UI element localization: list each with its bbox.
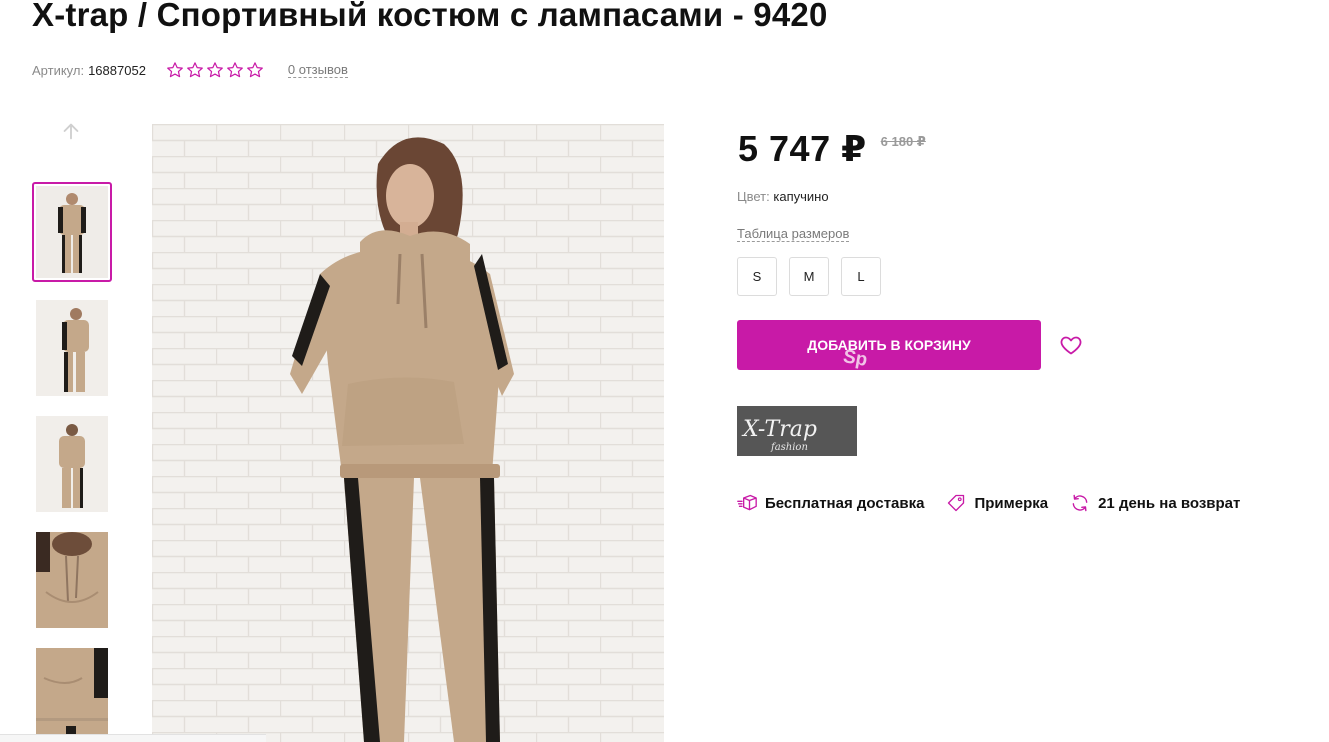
brand-logo[interactable]: X-Trap fashion: [737, 406, 857, 456]
product-image: [152, 124, 664, 742]
feature-return-label: 21 день на возврат: [1098, 494, 1241, 512]
product-title: X-trap / Спортивный костюм с лампасами -…: [32, 0, 828, 33]
reviews-link[interactable]: 0 отзывов: [287, 62, 348, 78]
cart-overlay-text: Sp: [841, 346, 870, 370]
star-icon[interactable]: [206, 61, 224, 79]
thumbnail-5[interactable]: [36, 648, 108, 742]
size-option-m[interactable]: M: [789, 257, 829, 296]
article-value: 16887052: [88, 62, 146, 78]
size-option-s[interactable]: S: [737, 257, 777, 296]
feature-delivery: Бесплатная доставка: [737, 493, 924, 513]
delivery-box-icon: [737, 494, 757, 511]
add-to-cart-label: ДОБАВИТЬ В КОРЗИНУ: [807, 337, 971, 353]
old-price: 6 180 ₽: [880, 134, 926, 149]
arrow-up-icon[interactable]: [60, 120, 82, 142]
size-selector: S M L: [737, 257, 881, 296]
add-to-cart-button[interactable]: ДОБАВИТЬ В КОРЗИНУ Sp: [737, 320, 1041, 370]
product-photo-thumb: [36, 186, 108, 278]
color-info: Цвет: капучино: [737, 189, 829, 204]
x-trap-logo: X-Trap fashion: [737, 406, 857, 456]
feature-fitting-label: Примерка: [974, 494, 1049, 512]
size-table-link[interactable]: Таблица размеров: [737, 226, 850, 242]
thumbnail-4[interactable]: [36, 532, 108, 628]
color-label: Цвет:: [737, 189, 770, 204]
bottom-bar: [0, 734, 266, 742]
star-icon[interactable]: [226, 61, 244, 79]
thumbnail-1[interactable]: [32, 182, 112, 282]
product-photo-thumb: [36, 648, 108, 742]
star-icon[interactable]: [246, 61, 264, 79]
product-photo-thumb: [36, 532, 108, 628]
svg-text:X-Trap: X-Trap: [741, 417, 817, 442]
heart-icon[interactable]: [1059, 333, 1083, 357]
current-price: 5 747 ₽: [738, 128, 867, 169]
thumbnail-3[interactable]: [36, 416, 108, 512]
main-product-photo[interactable]: [152, 124, 664, 742]
rating-stars[interactable]: [166, 61, 264, 79]
size-option-l[interactable]: L: [841, 257, 881, 296]
feature-fitting: Примерка: [946, 493, 1048, 513]
feature-delivery-label: Бесплатная доставка: [765, 494, 925, 512]
features-row: Бесплатная доставка Примерка 21 день на …: [737, 493, 1262, 513]
price-block: 5 747 ₽ 6 180 ₽: [738, 128, 926, 170]
article-label: Артикул:: [32, 62, 85, 78]
feature-return: 21 день на возврат: [1070, 493, 1240, 513]
refresh-icon: [1072, 494, 1088, 512]
star-icon[interactable]: [166, 61, 184, 79]
thumbnail-2[interactable]: [36, 300, 108, 396]
tag-icon: [948, 494, 965, 512]
product-photo-thumb: [36, 416, 108, 512]
svg-text:fashion: fashion: [770, 442, 808, 453]
color-value: капучино: [773, 189, 829, 204]
product-meta: Артикул: 16887052 0 отзывов: [32, 60, 348, 80]
product-photo-thumb: [36, 300, 108, 396]
star-icon[interactable]: [186, 61, 204, 79]
